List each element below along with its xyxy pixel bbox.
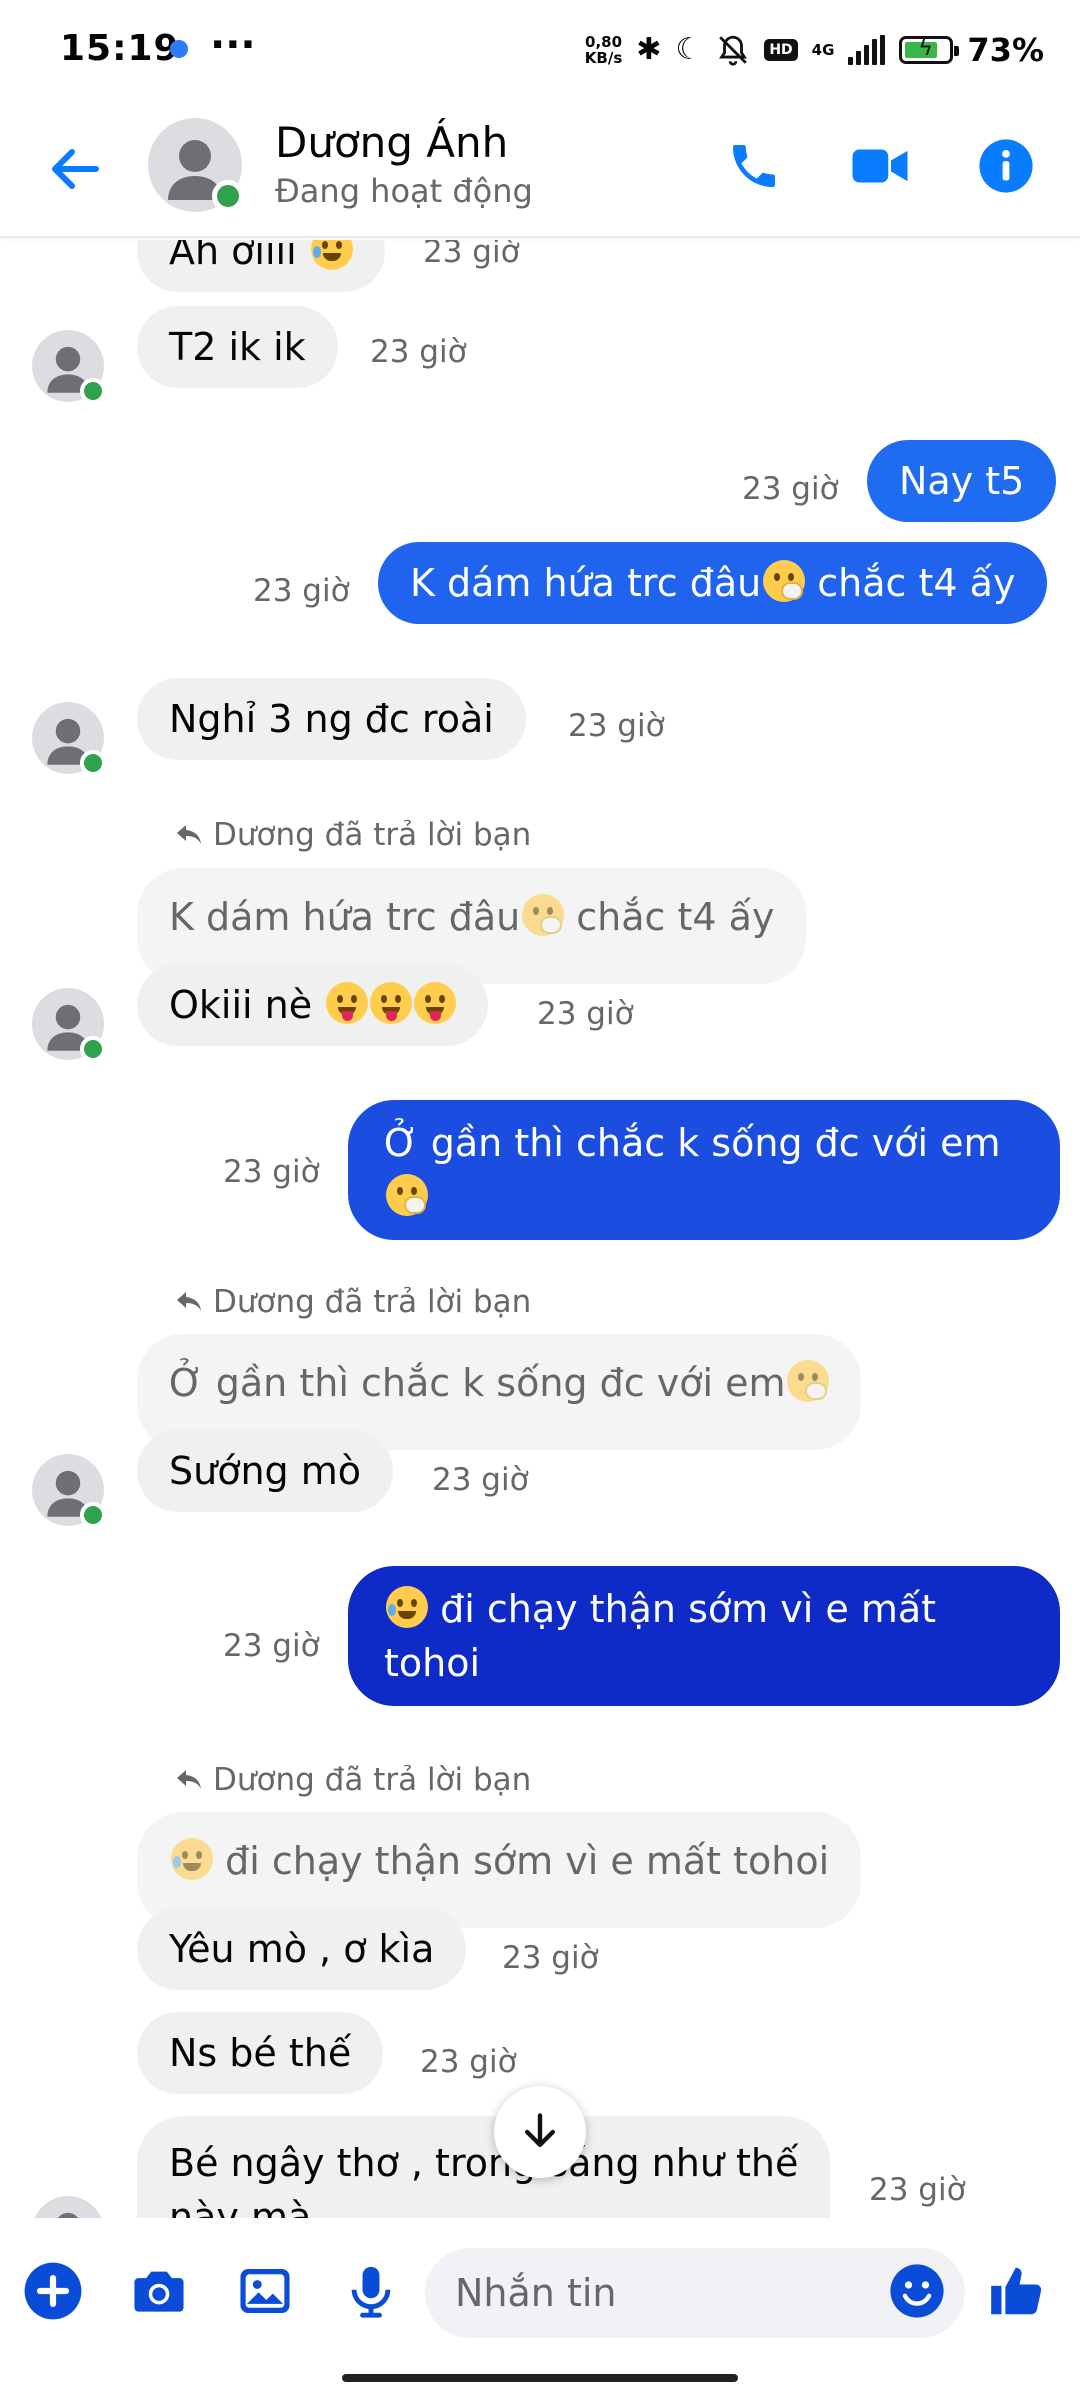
pleading-face-emoji-icon: [310, 240, 353, 270]
message-time: 23 giờ: [432, 1462, 529, 1498]
arrow-down-icon: [524, 2113, 556, 2148]
message-time: 23 giờ: [537, 996, 634, 1032]
phone-icon: [733, 145, 775, 187]
signal-icon: [848, 35, 886, 65]
back-arrow-icon: [52, 149, 99, 189]
online-indicator: [212, 180, 244, 212]
incoming-message[interactable]: T2 ik ik: [137, 306, 338, 388]
hd-badge: HD: [764, 39, 798, 61]
plus-icon: [24, 2262, 82, 2320]
online-indicator: [80, 1502, 106, 1528]
mic-icon: [351, 2266, 391, 2318]
voice-message-button[interactable]: [336, 2256, 406, 2326]
message-time: 23 giờ: [420, 2044, 517, 2080]
emoji-icon: [890, 2264, 944, 2318]
moon-icon: ☾: [675, 32, 703, 67]
network-speed: 0,80 KB/s: [584, 33, 623, 67]
reply-arrow-icon: [177, 1292, 201, 1311]
gallery-button[interactable]: [230, 2256, 300, 2326]
like-button[interactable]: [982, 2256, 1052, 2326]
scroll-to-bottom-button[interactable]: [494, 2086, 586, 2178]
reply-label: Dương đã trả lời bạn: [175, 1284, 531, 1320]
outgoing-message[interactable]: K dám hứa trc đâu chắc t4 ấy: [378, 542, 1048, 624]
online-indicator: [80, 750, 106, 776]
info-icon: [979, 139, 1033, 193]
video-icon: [852, 149, 908, 183]
incoming-message[interactable]: Ah ơiiii: [137, 240, 385, 292]
bell-off-icon: [719, 35, 748, 66]
incoming-message[interactable]: Bé ngây thơ , trong sáng như thế này mà: [137, 2116, 831, 2218]
more-notifications-icon: ···: [210, 22, 256, 68]
reply-label: Dương đã trả lời bạn: [175, 1762, 531, 1798]
default-avatar-icon: [58, 2212, 78, 2218]
reply-arrow-icon: [177, 825, 201, 844]
network-type: 4G: [811, 41, 835, 59]
online-indicator: [80, 378, 106, 404]
rolling-laughing-emoji-icon: [386, 1586, 428, 1628]
home-indicator: [342, 2374, 738, 2382]
incoming-message[interactable]: Okiii nè: [137, 964, 489, 1046]
battery-percent: 73%: [967, 31, 1044, 69]
tongue-emoji-icon: [414, 982, 457, 1024]
hand-over-mouth-emoji-icon: [787, 1360, 830, 1402]
contact-status: Đang hoạt động: [275, 172, 533, 210]
more-actions-button[interactable]: [18, 2256, 88, 2326]
reply-label: Dương đã trả lời bạn: [175, 817, 531, 853]
message-time: 23 giờ: [742, 471, 839, 507]
info-button[interactable]: [968, 128, 1044, 204]
image-icon: [240, 2269, 290, 2313]
back-button[interactable]: [40, 134, 110, 204]
outgoing-message[interactable]: Ở gần thì chắc k sống đc với em: [348, 1100, 1060, 1240]
message-time: 23 giờ: [223, 1628, 320, 1664]
rolling-laughing-emoji-icon: [171, 1838, 213, 1880]
message-composer: [0, 2220, 1080, 2360]
status-time: 15:19: [60, 28, 180, 69]
message-time: 23 giờ: [223, 1154, 320, 1190]
battery-icon: ϟ: [899, 36, 960, 64]
thumbs-up-icon: [991, 2267, 1042, 2315]
message-time: 23 giờ: [502, 1940, 599, 1976]
outgoing-message[interactable]: Nay t5: [867, 440, 1057, 522]
contact-avatar[interactable]: [32, 2196, 104, 2218]
online-indicator: [80, 1036, 106, 1062]
hand-over-mouth-emoji-icon: [522, 894, 565, 936]
message-time: 23 giờ: [423, 240, 520, 270]
outgoing-message[interactable]: đi chạy thận sớm vì e mất tohoi: [348, 1566, 1060, 1706]
message-list[interactable]: Ah ơiiii 23 giờ T2 ik ik 23 giờ 23 giờ N…: [0, 240, 1080, 2218]
message-time: 23 giờ: [253, 573, 350, 609]
voice-call-button[interactable]: [716, 128, 792, 204]
contact-name[interactable]: Dương Ánh: [275, 118, 508, 167]
video-call-button[interactable]: [842, 128, 918, 204]
incoming-message[interactable]: Nghỉ 3 ng đc roài: [137, 678, 526, 760]
chat-header: Dương Ánh Đang hoạt động: [0, 100, 1080, 238]
messenger-notification-icon: [170, 40, 188, 58]
incoming-message[interactable]: Ns bé thế: [137, 2012, 384, 2094]
incoming-message[interactable]: Yêu mò , ơ kìa: [137, 1908, 467, 1990]
hand-over-mouth-emoji-icon: [763, 560, 806, 602]
tongue-emoji-icon: [370, 982, 413, 1024]
status-bar: 15:19 ··· 0,80 KB/s ✱ ☾ HD 4G ϟ 73%: [0, 0, 1080, 100]
camera-button[interactable]: [124, 2256, 194, 2326]
message-time: 23 giờ: [869, 2172, 966, 2208]
reply-arrow-icon: [177, 1770, 201, 1789]
bluetooth-icon: ✱: [636, 32, 662, 67]
tongue-emoji-icon: [326, 982, 369, 1024]
incoming-message[interactable]: Sướng mò: [137, 1430, 394, 1512]
camera-icon: [134, 2271, 184, 2312]
emoji-button[interactable]: [882, 2256, 952, 2326]
hand-over-mouth-emoji-icon: [386, 1174, 428, 1216]
message-time: 23 giờ: [568, 708, 665, 744]
message-time: 23 giờ: [370, 334, 467, 370]
